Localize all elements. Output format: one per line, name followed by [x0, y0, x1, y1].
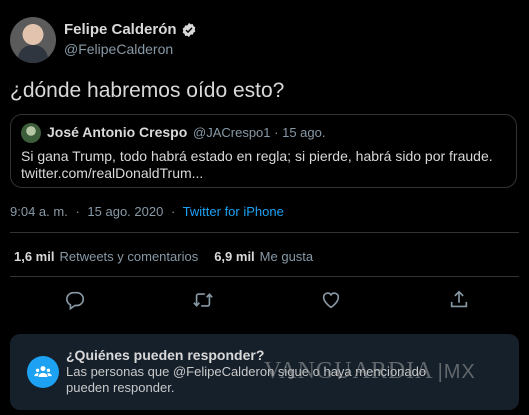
likes-stat[interactable]: 6,9 mil Me gusta — [214, 249, 313, 264]
quote-separator: · — [274, 125, 279, 140]
author-name[interactable]: Felipe Calderón — [64, 21, 177, 38]
tweet-date[interactable]: 15 ago. 2020 — [87, 204, 163, 219]
share-icon[interactable] — [448, 289, 470, 311]
quote-author-handle: @JACrespo1 — [193, 125, 271, 140]
tweet-stats: 1,6 mil Retweets y comentarios 6,9 mil M… — [14, 249, 329, 264]
tweet-timestamp-row: 9:04 a. m. · 15 ago. 2020 · Twitter for … — [10, 204, 284, 219]
divider — [10, 232, 519, 233]
tweet-time[interactable]: 9:04 a. m. — [10, 204, 68, 219]
tweet-source-link[interactable]: Twitter for iPhone — [183, 204, 284, 219]
source-separator: · — [170, 204, 176, 219]
quote-author-name: José Antonio Crespo — [47, 124, 188, 140]
people-icon — [27, 356, 59, 388]
verified-badge-icon — [181, 22, 197, 38]
watermark-brand: VANGUARDIA — [264, 358, 434, 384]
divider — [10, 276, 519, 277]
quote-link: twitter.com/realDonaldTrum... — [21, 165, 204, 181]
author-name-row: Felipe Calderón — [64, 21, 197, 38]
retweets-label: Retweets y comentarios — [59, 249, 199, 264]
retweet-icon[interactable] — [192, 289, 214, 311]
timestamp-separator: · — [75, 204, 80, 219]
tweet-text: ¿dónde habremos oído esto? — [10, 79, 285, 102]
quote-date: 15 ago. — [282, 125, 326, 140]
like-icon[interactable] — [320, 289, 342, 311]
retweets-stat[interactable]: 1,6 mil Retweets y comentarios — [14, 249, 198, 264]
author-avatar[interactable] — [10, 17, 56, 63]
quote-meta: @JACrespo1 · 15 ago. — [193, 125, 325, 140]
watermark-suffix: |MX — [437, 361, 476, 383]
quote-text-line: Si gana Trump, todo habrá estado en regl… — [21, 148, 493, 164]
likes-label: Me gusta — [259, 249, 314, 264]
tweet-actions — [0, 289, 529, 311]
author-handle[interactable]: @FelipeCalderon — [64, 41, 173, 57]
retweets-count: 1,6 mil — [14, 249, 55, 264]
quoted-tweet[interactable]: José Antonio Crespo @JACrespo1 · 15 ago.… — [10, 114, 517, 188]
likes-count: 6,9 mil — [214, 249, 255, 264]
reply-icon[interactable] — [64, 289, 86, 311]
quote-text: Si gana Trump, todo habrá estado en regl… — [21, 148, 511, 182]
quote-author-avatar — [21, 123, 41, 143]
panel-title: ¿Quiénes pueden responder? — [66, 347, 265, 363]
watermark: VANGUARDIA |MX — [264, 358, 476, 385]
